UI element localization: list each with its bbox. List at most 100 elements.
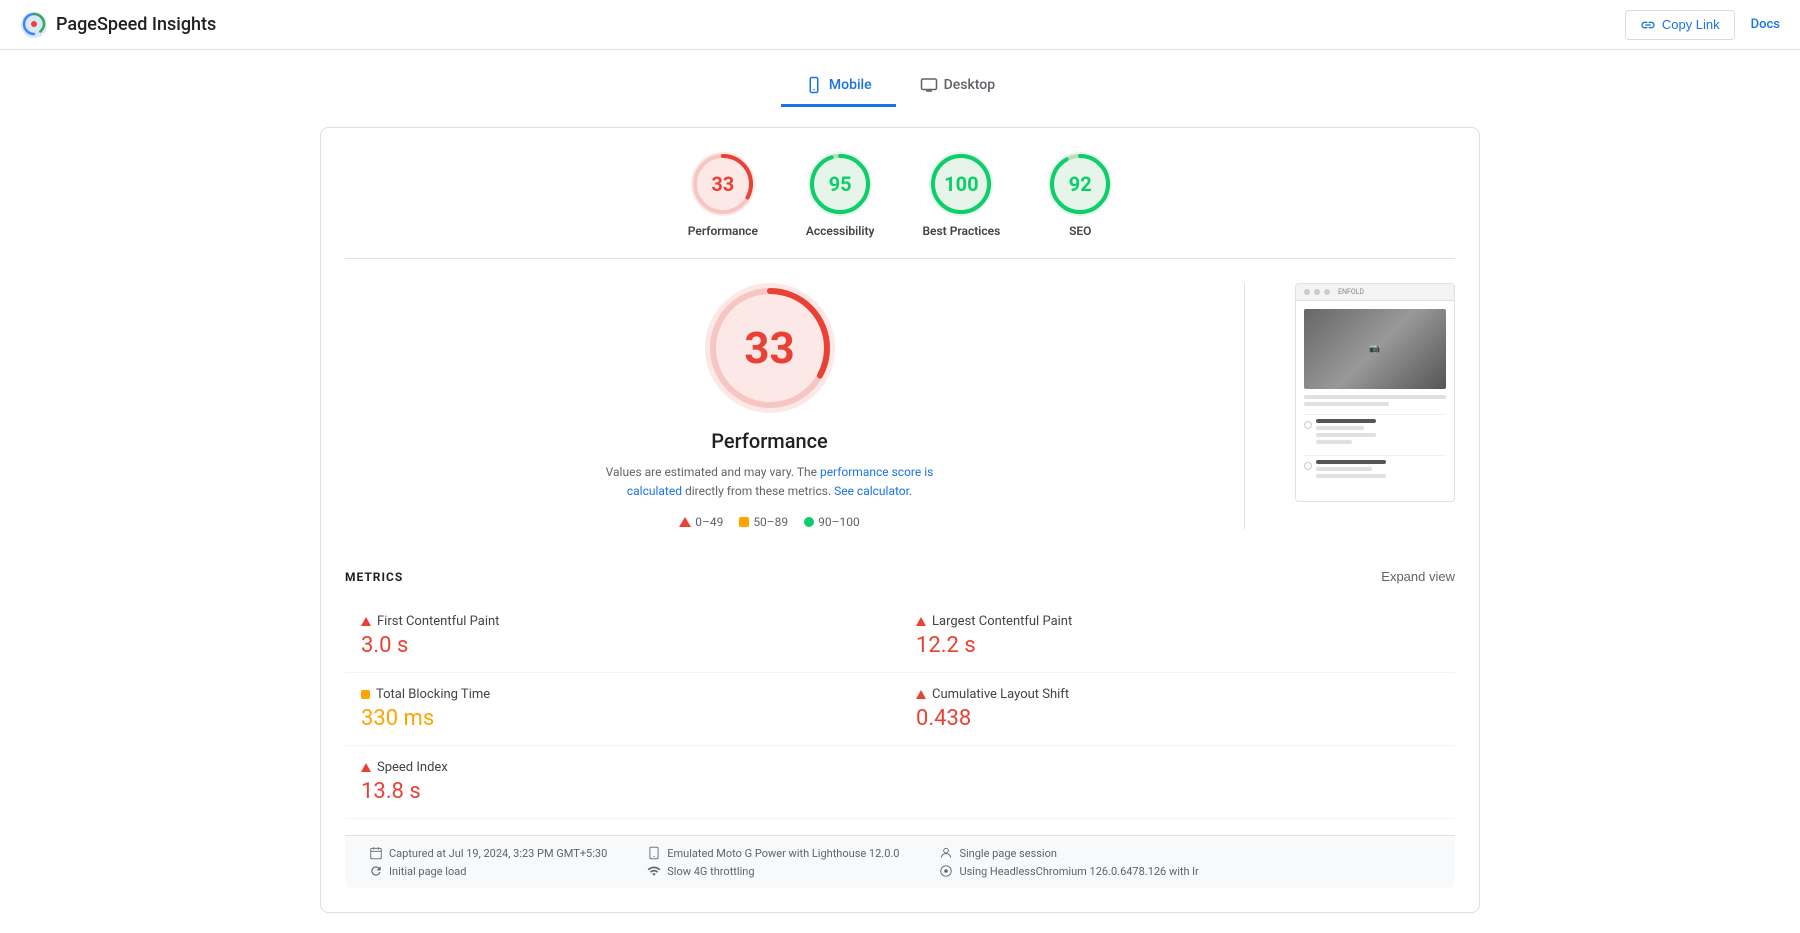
wifi-icon bbox=[647, 864, 661, 878]
metrics-section: METRICS Expand view First Contentful Pai… bbox=[345, 553, 1455, 819]
expand-view-button[interactable]: Expand view bbox=[1381, 569, 1455, 584]
refresh-icon bbox=[369, 864, 383, 878]
lcp-value: 12.2 s bbox=[916, 633, 1439, 658]
header: PageSpeed Insights Copy Link Docs bbox=[0, 0, 1800, 50]
main-content: 33 Performance 95 Accessibility bbox=[300, 107, 1500, 933]
performance-score: 33 bbox=[711, 172, 734, 196]
section1-text-1 bbox=[1316, 426, 1364, 430]
tbt-name-row: Total Blocking Time bbox=[361, 687, 884, 702]
seo-label: SEO bbox=[1069, 224, 1091, 238]
page-load-type: Initial page load bbox=[389, 865, 466, 878]
fcp-value: 3.0 s bbox=[361, 633, 884, 658]
cls-name-row: Cumulative Layout Shift bbox=[916, 687, 1439, 702]
si-name-row: Speed Index bbox=[361, 760, 884, 775]
legend-fail: 0–49 bbox=[679, 515, 723, 529]
score-item-performance[interactable]: 33 Performance bbox=[688, 152, 758, 238]
user-icon bbox=[939, 846, 953, 860]
calculator-link[interactable]: See calculator. bbox=[834, 484, 912, 498]
legend-pass: 90–100 bbox=[804, 515, 860, 529]
metric-lcp: Largest Contentful Paint 12.2 s bbox=[900, 600, 1455, 673]
screenshot-body: 📷 bbox=[1296, 301, 1454, 501]
icon-row-1 bbox=[1304, 419, 1446, 447]
screenshot-panel: ENFOLD 📷 bbox=[1295, 283, 1455, 502]
legend: 0–49 50–89 90–100 bbox=[679, 515, 860, 529]
footer-bar: Captured at Jul 19, 2024, 3:23 PM GMT+5:… bbox=[345, 835, 1455, 888]
screenshot-header: ENFOLD bbox=[1296, 284, 1454, 301]
section2-text-2 bbox=[1316, 474, 1386, 478]
scores-row: 33 Performance 95 Accessibility bbox=[345, 152, 1455, 259]
accessibility-label: Accessibility bbox=[806, 224, 875, 238]
footer-row-capture: Captured at Jul 19, 2024, 3:23 PM GMT+5:… bbox=[369, 846, 607, 860]
tab-desktop[interactable]: Desktop bbox=[896, 66, 1019, 107]
mobile-icon bbox=[805, 76, 823, 94]
best-practices-label: Best Practices bbox=[922, 224, 1000, 238]
metric-si: Speed Index 13.8 s bbox=[345, 746, 900, 819]
score-item-best-practices[interactable]: 100 Best Practices bbox=[922, 152, 1000, 238]
desktop-icon bbox=[920, 76, 938, 94]
performance-label: Performance bbox=[688, 224, 758, 238]
tab-mobile-label: Mobile bbox=[829, 77, 872, 93]
si-value: 13.8 s bbox=[361, 779, 884, 804]
browser-dot-1 bbox=[1304, 289, 1310, 295]
score-item-seo[interactable]: 92 SEO bbox=[1048, 152, 1112, 238]
detail-section: 33 Performance Values are estimated and … bbox=[345, 283, 1455, 529]
site-name: ENFOLD bbox=[1338, 288, 1364, 296]
device-icon bbox=[647, 846, 661, 860]
section1-title bbox=[1316, 419, 1376, 423]
footer-row-chrome: Using HeadlessChromium 126.0.6478.126 wi… bbox=[939, 864, 1198, 878]
footer-row-device: Emulated Moto G Power with Lighthouse 12… bbox=[647, 846, 899, 860]
performance-circle: 33 bbox=[691, 152, 755, 216]
footer-col-1: Captured at Jul 19, 2024, 3:23 PM GMT+5:… bbox=[369, 846, 607, 878]
best-practices-score: 100 bbox=[944, 172, 978, 196]
tab-desktop-label: Desktop bbox=[944, 77, 995, 93]
tab-mobile[interactable]: Mobile bbox=[781, 66, 896, 107]
screenshot-section-1 bbox=[1304, 414, 1446, 447]
emulation-info: Emulated Moto G Power with Lighthouse 12… bbox=[667, 847, 899, 860]
throttling-info: Slow 4G throttling bbox=[667, 865, 754, 878]
performance-detail-left: 33 Performance Values are estimated and … bbox=[345, 283, 1194, 529]
cls-name: Cumulative Layout Shift bbox=[932, 687, 1069, 702]
lcp-name: Largest Contentful Paint bbox=[932, 614, 1072, 629]
browser-dot-3 bbox=[1324, 289, 1330, 295]
link-icon bbox=[1640, 17, 1656, 33]
screenshot-section-2 bbox=[1304, 455, 1446, 481]
description-text: Values are estimated and may vary. The bbox=[606, 465, 817, 479]
legend-average: 50–89 bbox=[739, 515, 788, 529]
performance-description: Values are estimated and may vary. The p… bbox=[580, 463, 960, 501]
pagespeed-logo-icon bbox=[20, 11, 48, 39]
browser-dot-2 bbox=[1314, 289, 1320, 295]
lcp-icon bbox=[916, 617, 926, 626]
legend-fail-label: 0–49 bbox=[695, 515, 723, 529]
calendar-icon bbox=[369, 846, 383, 860]
metric-tbt: Total Blocking Time 330 ms bbox=[345, 673, 900, 746]
legend-pass-label: 90–100 bbox=[818, 515, 860, 529]
score-card: 33 Performance 95 Accessibility bbox=[320, 127, 1480, 913]
metric-fcp: First Contentful Paint 3.0 s bbox=[345, 600, 900, 673]
footer-row-load: Initial page load bbox=[369, 864, 607, 878]
section-icon-2 bbox=[1304, 462, 1312, 470]
tbt-name: Total Blocking Time bbox=[376, 687, 490, 702]
seo-score: 92 bbox=[1069, 172, 1092, 196]
chrome-info: Using HeadlessChromium 126.0.6478.126 wi… bbox=[959, 865, 1198, 878]
pass-icon bbox=[804, 517, 814, 527]
performance-detail-title: Performance bbox=[711, 429, 828, 453]
fcp-icon bbox=[361, 617, 371, 626]
copy-link-button[interactable]: Copy Link bbox=[1625, 10, 1735, 40]
score-item-accessibility[interactable]: 95 Accessibility bbox=[806, 152, 875, 238]
section2-text-1 bbox=[1316, 467, 1372, 471]
lcp-name-row: Largest Contentful Paint bbox=[916, 614, 1439, 629]
fcp-name: First Contentful Paint bbox=[377, 614, 499, 629]
accessibility-score: 95 bbox=[829, 172, 852, 196]
cls-value: 0.438 bbox=[916, 706, 1439, 731]
docs-link[interactable]: Docs bbox=[1751, 17, 1780, 32]
tbt-icon bbox=[361, 690, 370, 699]
seo-circle: 92 bbox=[1048, 152, 1112, 216]
section1-text-2 bbox=[1316, 433, 1376, 437]
icon-row-2 bbox=[1304, 460, 1446, 481]
section2-title bbox=[1316, 460, 1386, 464]
vertical-divider bbox=[1244, 283, 1245, 529]
section-icon-1 bbox=[1304, 421, 1312, 429]
copy-link-label: Copy Link bbox=[1662, 17, 1720, 32]
header-left: PageSpeed Insights bbox=[20, 11, 216, 39]
fcp-name-row: First Contentful Paint bbox=[361, 614, 884, 629]
